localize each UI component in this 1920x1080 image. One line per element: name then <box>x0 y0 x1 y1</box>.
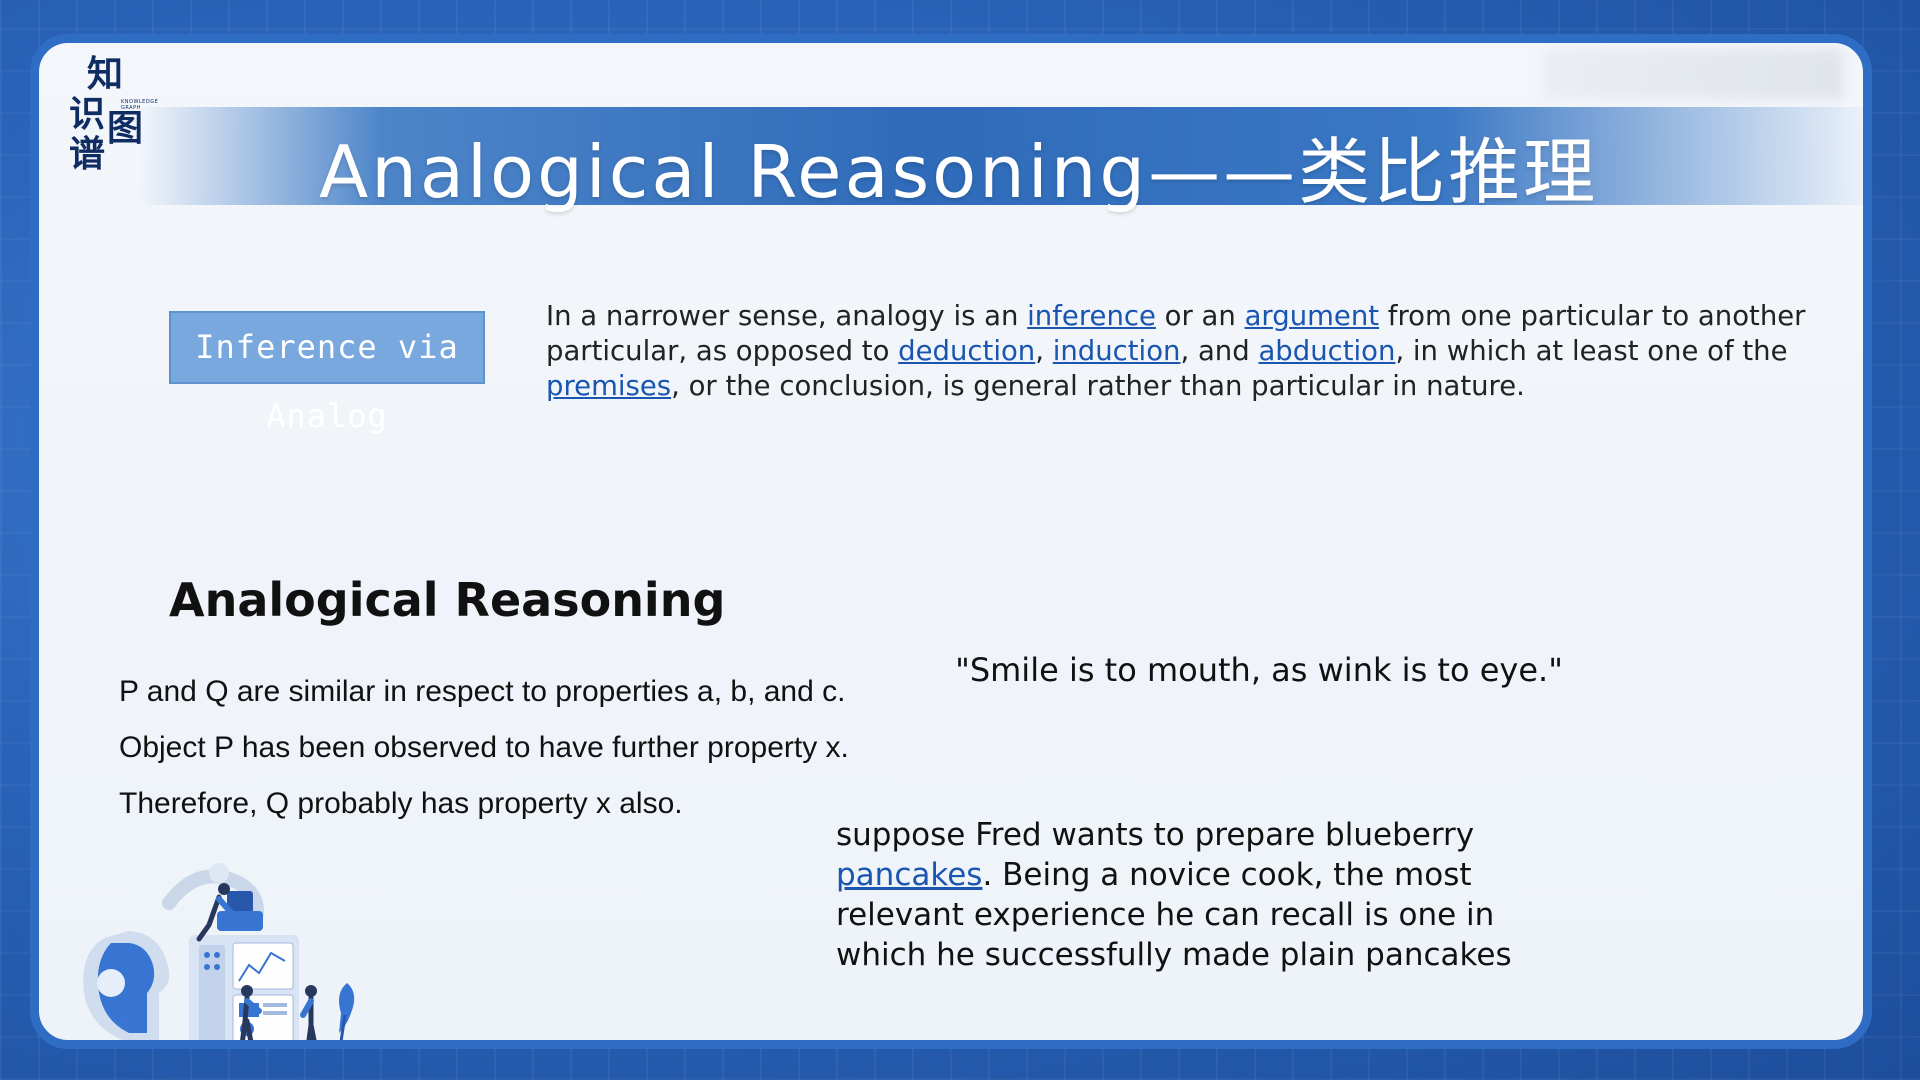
link-deduction[interactable]: deduction <box>898 335 1035 367</box>
link-induction[interactable]: induction <box>1053 335 1181 367</box>
slide: 知 识 图 谱 KNOWLEDGE GRAPH Analogical Reaso… <box>30 34 1872 1049</box>
premise-line: Object P has been observed to have furth… <box>119 731 849 764</box>
definition-text: , and <box>1180 335 1259 367</box>
pancake-example: suppose Fred wants to prepare blueberry … <box>836 815 1556 975</box>
link-pancakes[interactable]: pancakes <box>836 857 982 893</box>
link-abduction[interactable]: abduction <box>1258 335 1395 367</box>
premise-line: P and Q are similar in respect to proper… <box>119 675 846 708</box>
analogy-definition: In a narrower sense, analogy is an infer… <box>546 299 1863 404</box>
logo-char: 识 <box>69 94 106 135</box>
logo-char: 知 <box>87 54 124 95</box>
story-text: suppose Fred wants to prepare blueberry <box>836 817 1475 853</box>
definition-text: , or the conclusion, is general rather t… <box>671 370 1525 402</box>
tech-illustration <box>83 863 355 1040</box>
conclusion-line: Therefore, Q probably has property x als… <box>119 787 683 820</box>
link-inference[interactable]: inference <box>1027 300 1156 332</box>
blurred-area <box>1543 49 1843 99</box>
definition-text: or an <box>1155 300 1245 332</box>
link-premises[interactable]: premises <box>546 370 671 402</box>
logo-char: 图 <box>107 108 144 149</box>
inference-via-analog-label: Inference via Analog <box>169 311 485 435</box>
definition-text: In a narrower sense, analogy is an <box>546 300 1028 332</box>
definition-text: , in which at least one of the <box>1395 335 1788 367</box>
link-argument[interactable]: argument <box>1245 300 1379 332</box>
analogy-quote: "Smile is to mouth, as wink is to eye." <box>955 651 1563 689</box>
logo-char: 谱 <box>69 134 106 175</box>
definition-text: , <box>1035 335 1053 367</box>
section-heading: Analogical Reasoning <box>169 573 726 627</box>
slide-title: Analogical Reasoning——类比推理 <box>319 130 1599 214</box>
